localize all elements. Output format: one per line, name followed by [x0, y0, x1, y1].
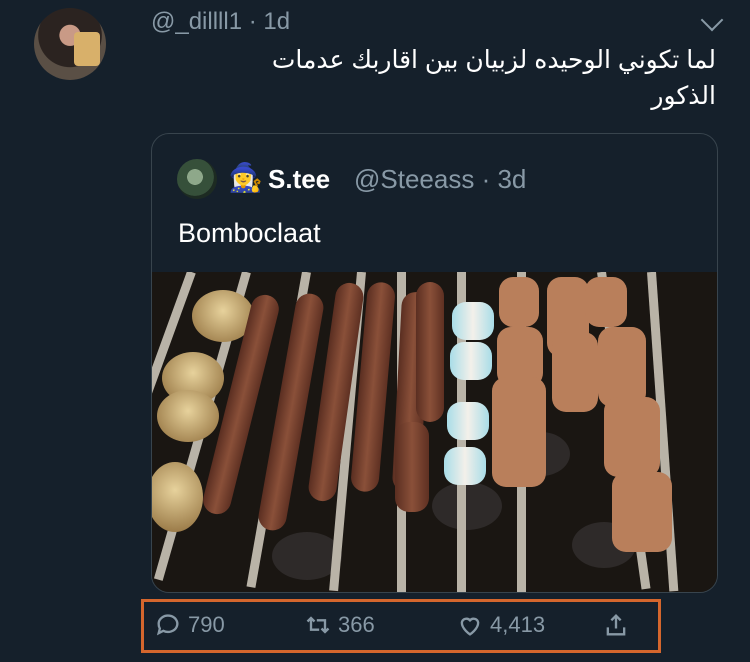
- quoted-tweet-text: Bomboclaat: [178, 218, 321, 248]
- author-handle-time[interactable]: @_dillll1 · 1d: [151, 8, 290, 36]
- retweet-button[interactable]: 366: [304, 611, 375, 639]
- author-avatar[interactable]: [34, 8, 106, 80]
- reply-button[interactable]: 790: [154, 611, 225, 639]
- quoted-author-avatar[interactable]: [177, 159, 217, 199]
- tweet-actions-highlight: 790 366 4,413: [141, 599, 661, 653]
- retweet-count: 366: [338, 612, 375, 637]
- retweet-icon: [306, 616, 330, 634]
- chevron-down-icon[interactable]: [700, 8, 724, 32]
- like-button[interactable]: 4,413: [456, 611, 545, 639]
- share-icon: [606, 614, 626, 636]
- quoted-author-handle-time[interactable]: @Steeass · 3d: [354, 164, 526, 195]
- tweet-text-line-2: الذكور: [651, 82, 716, 110]
- tweet-text-line-1: لما تكوني الوحيده لزبيان بين اقاربك عدما…: [271, 46, 716, 74]
- tweet-text: لما تكوني الوحيده لزبيان بين اقاربك عدما…: [196, 42, 716, 114]
- like-icon: [460, 617, 480, 636]
- like-count: 4,413: [490, 612, 546, 637]
- quoted-author-emoji: 🧙‍♀️: [228, 162, 263, 193]
- reply-count: 790: [188, 612, 225, 637]
- quoted-tweet[interactable]: 🧙‍♀️ S.tee @Steeass · 3d Bomboclaat: [151, 133, 718, 593]
- reply-icon: [156, 614, 179, 636]
- quoted-author-name[interactable]: S.tee: [268, 164, 330, 195]
- quoted-tweet-image[interactable]: [152, 272, 717, 592]
- share-button[interactable]: [602, 611, 630, 639]
